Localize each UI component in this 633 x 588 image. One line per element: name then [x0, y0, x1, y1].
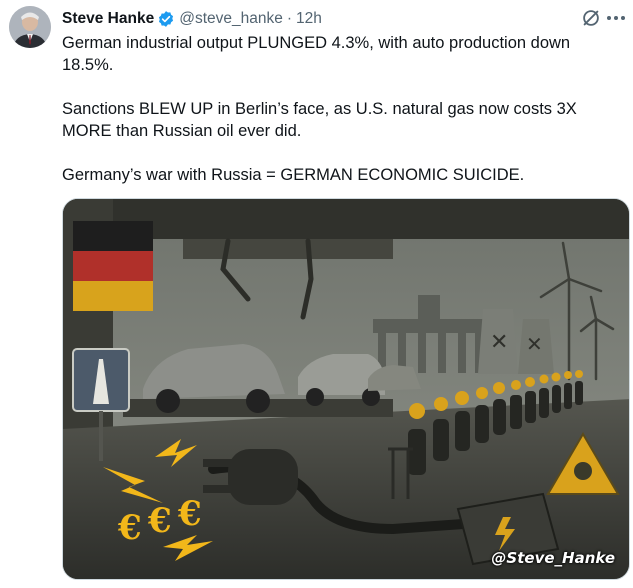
author-name[interactable]: Steve Hanke: [62, 10, 154, 28]
separator-dot: ·: [286, 10, 293, 27]
tweet-timestamp[interactable]: 12h: [296, 10, 322, 28]
svg-text:€: €: [177, 494, 202, 534]
tweet-image[interactable]: ✕ ✕ € € € @Steve_Hanke: [62, 198, 630, 580]
svg-text:€: €: [117, 508, 142, 548]
tweet-line-3: Germany’s war with Russia = GERMAN ECONO…: [62, 166, 525, 184]
author-handle[interactable]: @steve_hanke: [179, 10, 283, 28]
tweet-line-2: Sanctions BLEW UP in Berlin’s face, as U…: [62, 100, 577, 140]
tweet-header: Steve Hanke @steve_hanke · 12h: [62, 8, 322, 30]
tweet-card[interactable]: Steve Hanke @steve_hanke · 12h German in…: [0, 0, 633, 588]
author-avatar[interactable]: [9, 6, 51, 48]
svg-text:✕: ✕: [490, 330, 508, 355]
svg-text:€: €: [147, 501, 172, 541]
tweet-line-1: German industrial output PLUNGED 4.3%, w…: [62, 34, 571, 74]
grok-icon[interactable]: [580, 7, 602, 29]
svg-text:✕: ✕: [526, 332, 543, 356]
verified-badge-icon: [157, 10, 175, 28]
image-watermark: @Steve_Hanke: [491, 549, 615, 567]
tweet-text: German industrial output PLUNGED 4.3%, w…: [62, 32, 622, 186]
more-options-icon[interactable]: [605, 7, 627, 29]
